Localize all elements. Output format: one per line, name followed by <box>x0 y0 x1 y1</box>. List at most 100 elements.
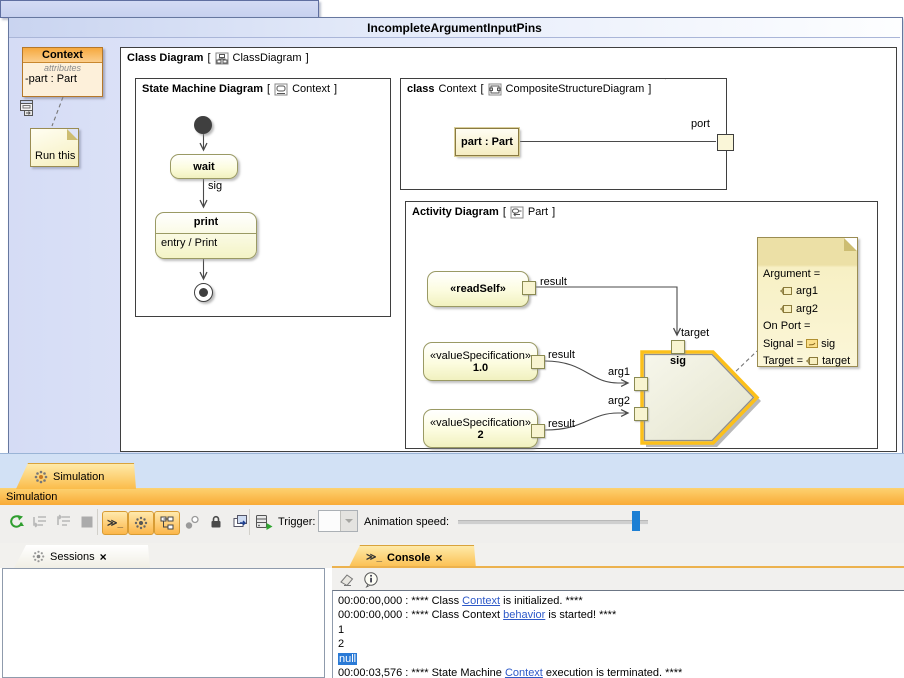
trigger-select-value <box>319 511 340 531</box>
note-target-line: Target = target <box>758 353 857 371</box>
close-console-tab[interactable]: × <box>435 551 442 565</box>
console-link[interactable]: Context <box>462 595 500 607</box>
simulation-header-label: Simulation <box>6 491 57 503</box>
animation-speed-label: Animation speed: <box>364 516 449 528</box>
state-machine-frame[interactable] <box>135 78 391 317</box>
state-print[interactable]: print entry / Print <box>155 212 257 259</box>
pin-icon <box>806 356 819 366</box>
value-spec-2-action[interactable]: «valueSpecification» 2 <box>423 409 538 448</box>
tab-simulation[interactable]: Simulation <box>16 463 136 489</box>
simulation-header-bar: Simulation <box>0 488 904 506</box>
background-window-titlebar[interactable] <box>0 0 319 18</box>
activity-diagram-icon <box>510 206 524 219</box>
animation-speed-slider-handle[interactable] <box>632 511 640 531</box>
stop-button[interactable] <box>75 511 99 533</box>
trigger-select[interactable] <box>318 510 358 532</box>
state-wait[interactable]: wait <box>170 154 238 179</box>
result-pin-vs1[interactable] <box>531 355 545 369</box>
dock-background <box>0 453 904 489</box>
tab-sessions-label: Sessions <box>50 551 95 563</box>
screen: IncompleteArgumentInputPins Context attr… <box>0 0 904 678</box>
behavior-diagram-icon[interactable] <box>19 99 37 117</box>
simulation-toggle-button[interactable] <box>128 511 154 535</box>
read-self-label: «readSelf» <box>450 283 506 295</box>
read-self-action[interactable]: «readSelf» <box>427 271 529 307</box>
close-sessions-tab[interactable]: × <box>100 550 107 564</box>
state-print-label: print <box>156 213 256 234</box>
tab-sessions[interactable]: Sessions × <box>14 545 150 568</box>
clear-console-button[interactable] <box>339 572 355 587</box>
value-spec-value: 1.0 <box>473 362 488 374</box>
selected-text: null <box>338 653 357 665</box>
animation-speed-slider-track[interactable] <box>458 520 648 525</box>
console-output[interactable]: 00:00:00,000 : **** Class Context is ini… <box>332 590 904 678</box>
value-spec-stereotype: «valueSpecification» <box>430 417 531 429</box>
console-line: 00:00:00,000 : **** Class Context behavi… <box>338 608 904 622</box>
variables-tree-toggle-button[interactable] <box>154 511 180 535</box>
target-label: target <box>681 327 709 339</box>
console-toggle-button[interactable]: ≫_ <box>102 511 128 535</box>
composite-structure-diagram-icon <box>488 83 502 96</box>
tab-simulation-label: Simulation <box>53 471 104 483</box>
state-wait-label: wait <box>193 161 214 173</box>
send-signal-action-sig[interactable] <box>634 334 768 452</box>
frame-kind: class <box>407 83 435 95</box>
pin-icon <box>780 304 793 314</box>
signal-icon <box>806 339 818 348</box>
arg1-pin[interactable] <box>634 377 648 391</box>
step-over-button[interactable] <box>52 511 76 533</box>
arg1-label: arg1 <box>596 366 630 378</box>
value-spec-value: 2 <box>477 429 483 441</box>
frame-ref: CompositeStructureDiagram <box>506 83 645 95</box>
class-diagram-frame-header: Class Diagram [ ClassDiagram ] <box>121 48 323 68</box>
step-into-button[interactable] <box>28 511 52 533</box>
part-box[interactable]: part : Part <box>455 128 519 156</box>
console-glyph: ≫_ <box>107 518 123 529</box>
toolbar-separator <box>97 509 98 535</box>
result-pin-readself[interactable] <box>522 281 536 295</box>
frame-ref: Context <box>292 83 330 95</box>
lock-button[interactable] <box>204 511 228 533</box>
console-link[interactable]: behavior <box>503 609 545 621</box>
arg2-pin[interactable] <box>634 407 648 421</box>
result-pin-vs2[interactable] <box>531 424 545 438</box>
port-square[interactable] <box>717 134 734 151</box>
class-diagram-icon <box>215 52 229 65</box>
console-icon: ≫_ <box>366 552 382 563</box>
console-toolbar <box>332 568 904 590</box>
transition-label[interactable]: sig <box>208 180 222 192</box>
console-link[interactable]: Context <box>505 667 543 678</box>
info-button[interactable] <box>363 571 380 588</box>
value-spec-stereotype: «valueSpecification» <box>430 350 531 362</box>
annotation-note[interactable]: Argument = arg1 arg2 On Port = Signal = … <box>757 237 858 367</box>
arg2-label: arg2 <box>596 395 630 407</box>
trigger-server-icon-button[interactable] <box>252 511 276 533</box>
run-this-text: Run this <box>35 150 75 162</box>
console-line: 00:00:00,000 : **** Class Context is ini… <box>338 594 904 608</box>
console-line: null <box>338 652 904 666</box>
target-pin[interactable] <box>671 340 685 354</box>
console-line: 1 <box>338 623 904 637</box>
note-onport-line: On Port = <box>758 318 857 336</box>
context-class-box[interactable]: Context attributes -part : Part <box>22 47 103 97</box>
pin-icon <box>780 286 793 296</box>
breakpoints-button[interactable] <box>180 512 204 534</box>
simulation-icon <box>34 470 48 484</box>
run-this-note[interactable]: Run this <box>30 128 79 167</box>
final-node[interactable] <box>194 283 213 302</box>
frame-title: Activity Diagram <box>412 206 499 218</box>
sessions-icon <box>32 550 45 563</box>
composite-structure-frame-header: class Context [ CompositeStructureDiagra… <box>401 79 665 99</box>
frame-title: State Machine Diagram <box>142 83 263 95</box>
result-label: result <box>548 349 575 361</box>
port-label: port <box>691 118 710 130</box>
frame-title: Class Diagram <box>127 52 203 64</box>
part-label: part : Part <box>461 136 513 148</box>
sessions-pane[interactable] <box>2 568 325 678</box>
context-class-name: Context <box>23 48 102 63</box>
diagram-window-titlebar[interactable]: IncompleteArgumentInputPins <box>9 18 900 38</box>
chevron-down-icon <box>345 519 353 527</box>
value-spec-1-action[interactable]: «valueSpecification» 1.0 <box>423 342 538 381</box>
initial-node[interactable] <box>194 116 212 134</box>
run-button[interactable] <box>4 511 28 533</box>
